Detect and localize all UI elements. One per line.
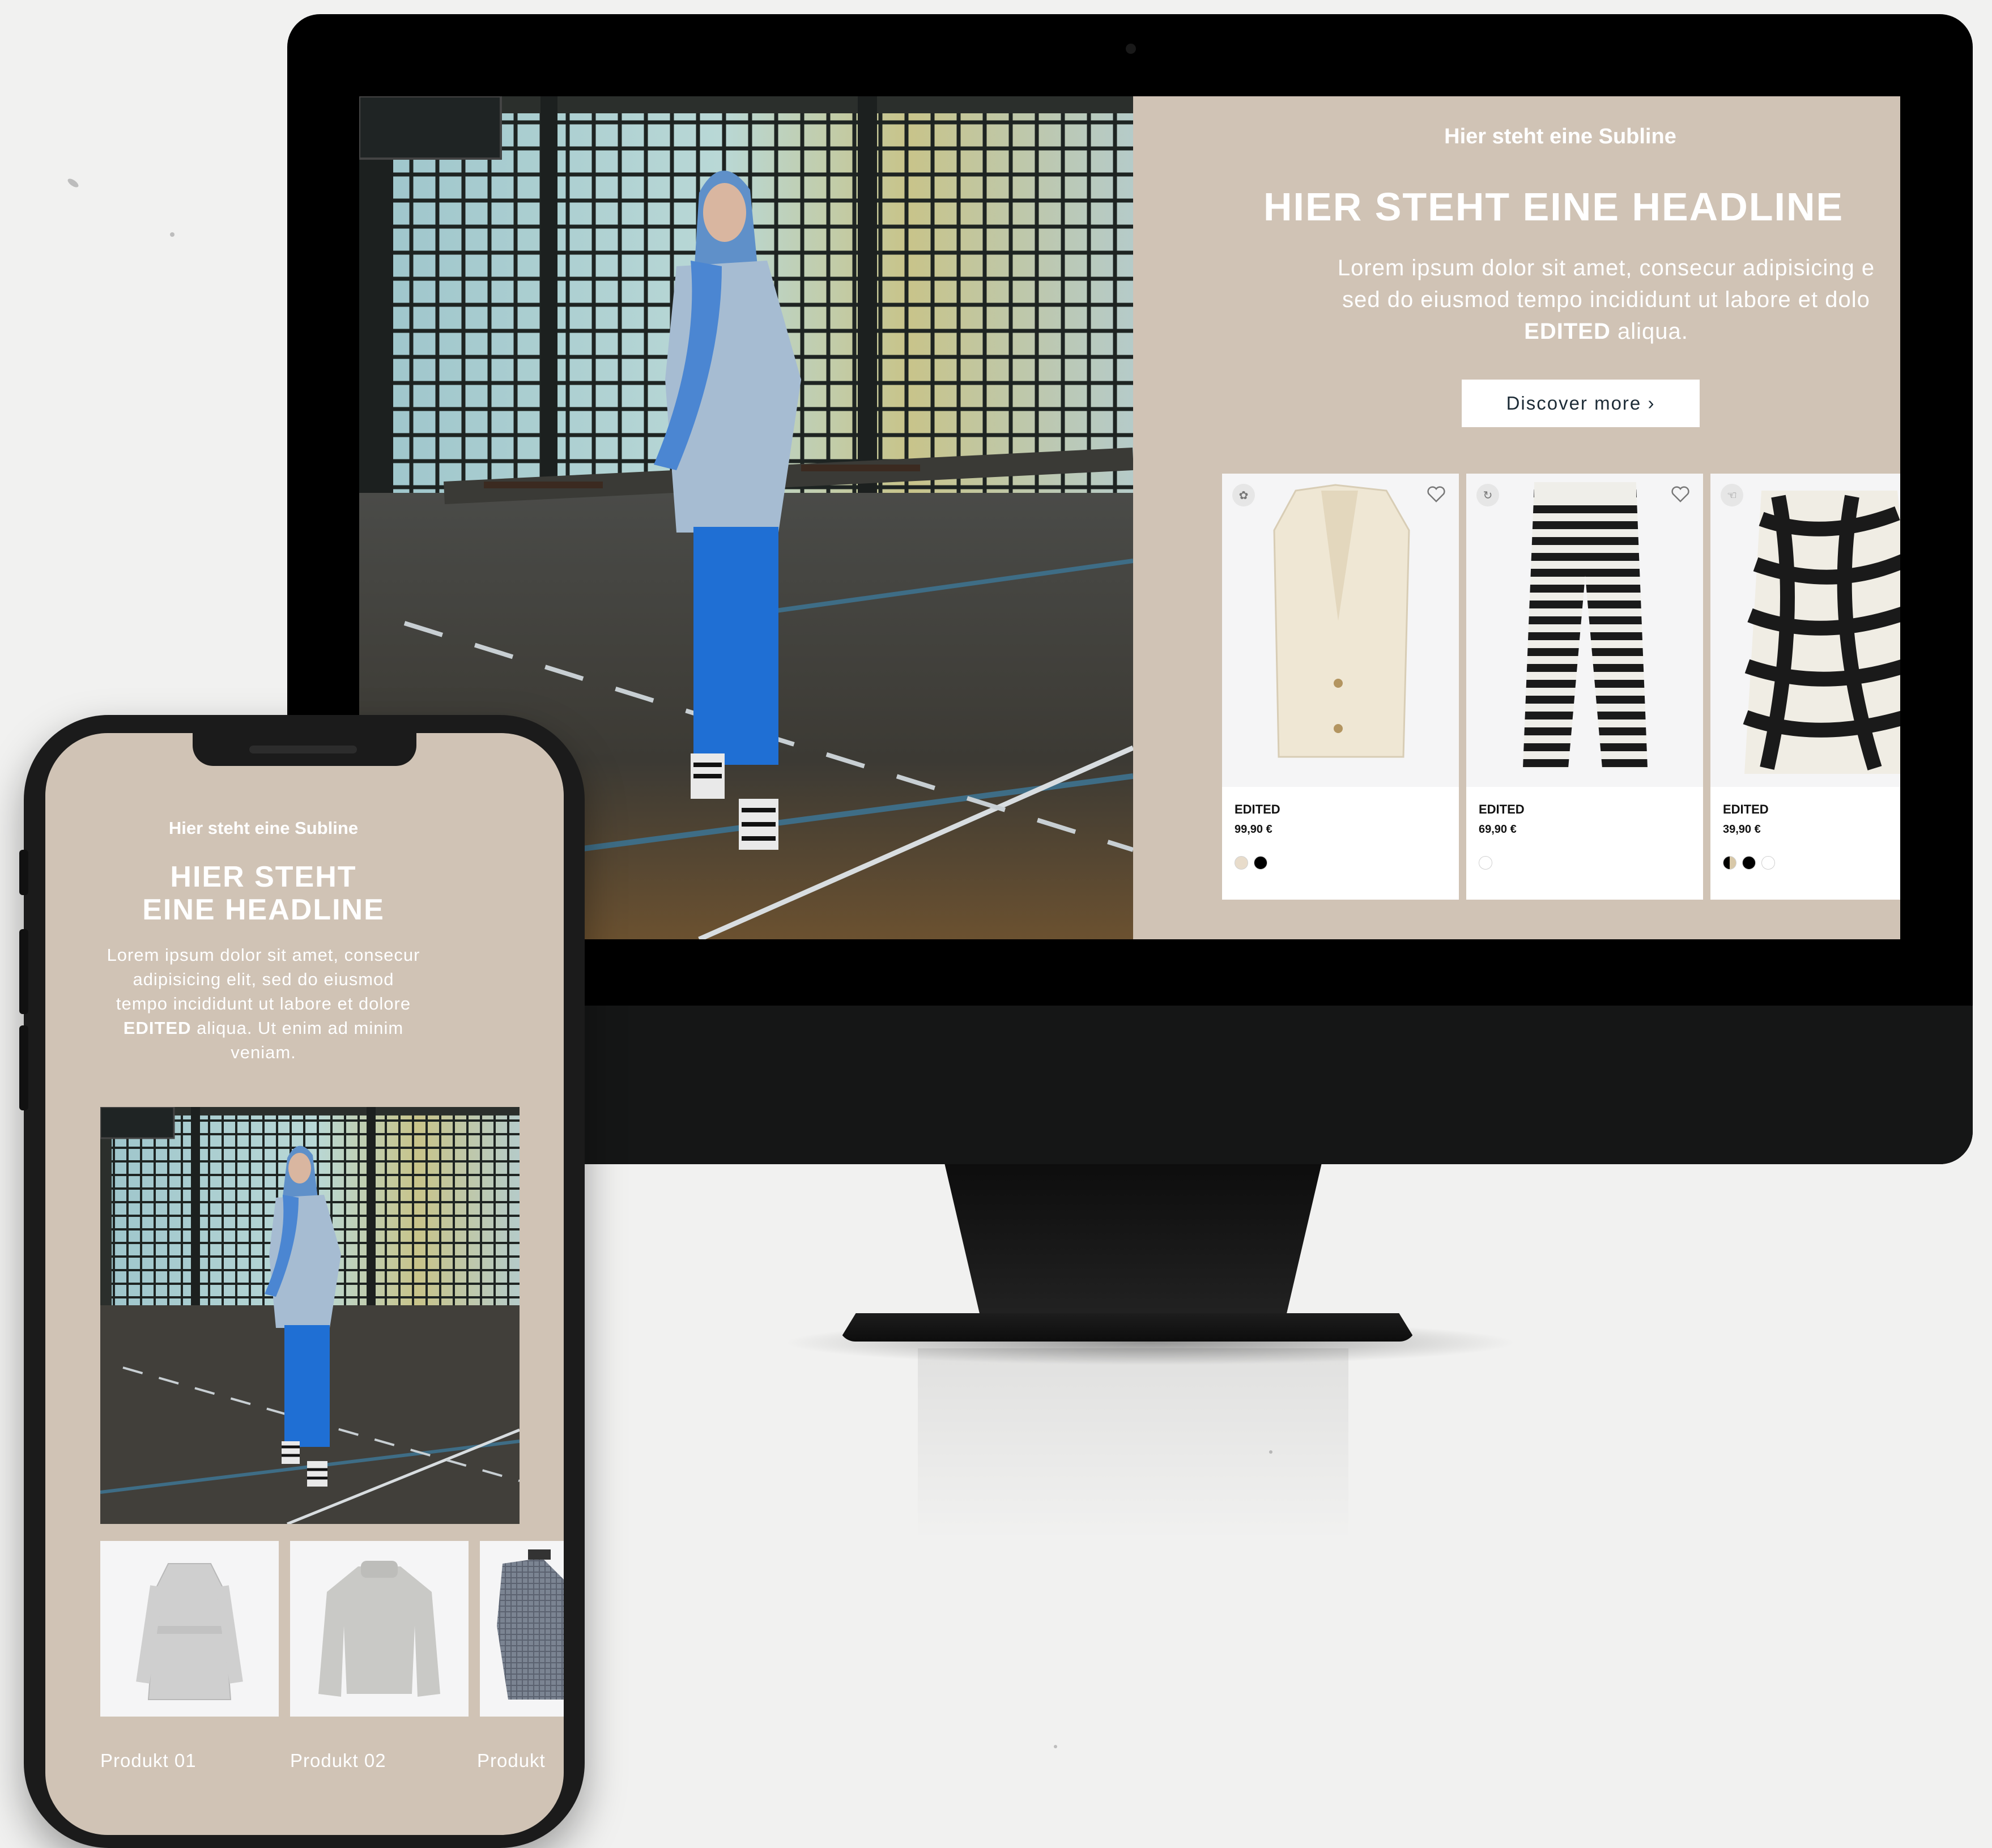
product-tile[interactable]	[100, 1541, 279, 1717]
color-swatch[interactable]	[1235, 856, 1248, 870]
color-swatch[interactable]	[1723, 856, 1736, 870]
product-image-grey-coat	[100, 1541, 279, 1717]
color-swatch[interactable]	[1254, 856, 1267, 870]
subline: Hier steht eine Subline	[1444, 125, 1676, 148]
headline: HIER STEHT EINE HEADLINE	[1263, 185, 1844, 229]
plant-icon: ✿	[1232, 484, 1255, 506]
product-brand: EDITED	[1479, 802, 1525, 816]
product-card[interactable]: ☜ EDITED 39,90 €	[1710, 474, 1900, 900]
headline: HIER STEHT EINE HEADLINE	[45, 861, 482, 926]
phone-notch	[193, 733, 416, 766]
body-line: sed do eiusmod tempo incididunt ut labor…	[1342, 287, 1870, 312]
product-card[interactable]: ↻ EDITED 69,90 €	[1466, 474, 1703, 900]
body-text: Lorem ipsum dolor sit amet, consecur adi…	[105, 943, 422, 1064]
product-label: Produkt 01	[100, 1750, 197, 1771]
product-tile[interactable]	[480, 1541, 564, 1717]
product-brand: EDITED	[1723, 802, 1769, 816]
product-label: Produkt	[477, 1750, 546, 1771]
body-line: Lorem ipsum dolor sit amet, consecur adi…	[1337, 256, 1875, 280]
color-swatches	[1479, 856, 1492, 870]
headline-line: EINE HEADLINE	[142, 893, 385, 926]
wishlist-heart-icon[interactable]	[1669, 483, 1692, 505]
color-swatches	[1723, 856, 1775, 870]
phone-speaker	[249, 746, 357, 753]
recycle-icon: ↻	[1476, 484, 1499, 506]
headline-line: HIER STEHT	[170, 861, 357, 893]
product-image-grey-sweater	[290, 1541, 469, 1717]
background-speck	[1054, 1745, 1057, 1748]
background-speck	[66, 177, 80, 189]
background-speck	[170, 232, 174, 237]
product-price: 39,90 €	[1723, 823, 1761, 836]
product-image-zebra-top	[1710, 474, 1900, 787]
color-swatch[interactable]	[1479, 856, 1492, 870]
phone-side-button	[19, 850, 28, 895]
mobile-screen: Hier steht eine Subline HIER STEHT EINE …	[45, 733, 564, 1835]
desktop-screen: Hier steht eine Subline HIER STEHT EINE …	[359, 96, 1900, 939]
product-card[interactable]: ✿ EDITED 99,90 €	[1222, 474, 1459, 900]
color-swatch[interactable]	[1761, 856, 1775, 870]
body-bold: EDITED	[123, 1018, 191, 1038]
monitor-reflection	[918, 1348, 1348, 1541]
webcam	[1126, 44, 1136, 54]
product-price: 69,90 €	[1479, 823, 1517, 836]
color-swatches	[1235, 856, 1267, 870]
body-line: aliqua.	[1610, 319, 1688, 344]
product-image-check-blazer	[480, 1541, 564, 1717]
phone-side-button	[19, 1025, 28, 1110]
phone-side-button	[19, 929, 28, 1014]
body-bold: EDITED	[1524, 319, 1611, 344]
hero-image	[100, 1107, 520, 1524]
subline: Hier steht eine Subline	[168, 818, 359, 838]
product-image-striped-pants	[1466, 474, 1703, 787]
body-line: Lorem ipsum dolor sit amet, consecur adi…	[107, 945, 420, 1014]
wishlist-heart-icon[interactable]	[1425, 483, 1448, 505]
product-price: 99,90 €	[1235, 823, 1272, 836]
monitor-stand	[943, 1156, 1323, 1326]
product-brand: EDITED	[1235, 802, 1280, 816]
monitor-stand-base	[838, 1313, 1416, 1342]
color-swatch[interactable]	[1742, 856, 1756, 870]
hand-icon: ☜	[1721, 484, 1743, 506]
discover-more-button[interactable]: Discover more ›	[1462, 380, 1700, 427]
product-tile[interactable]	[290, 1541, 469, 1717]
product-label: Produkt 02	[290, 1750, 386, 1771]
body-text: Lorem ipsum dolor sit amet, consecur adi…	[1241, 252, 1900, 347]
promo-panel: Hier steht eine Subline HIER STEHT EINE …	[1133, 96, 1900, 939]
body-line: aliqua. Ut enim ad minim veniam.	[191, 1018, 404, 1062]
product-image-cream-vest	[1222, 474, 1459, 787]
